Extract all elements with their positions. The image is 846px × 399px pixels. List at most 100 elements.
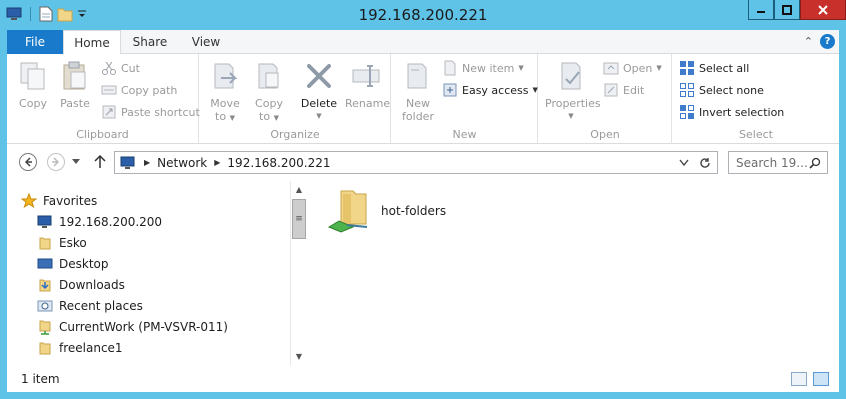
properties-button[interactable]: Properties ▼ — [545, 60, 601, 123]
new-item-button[interactable]: New item ▼ — [442, 58, 524, 78]
group-label-organize: Organize — [270, 128, 320, 141]
rename-label: Rename — [345, 97, 391, 110]
group-clipboard: Copy Paste Cut Copy path Paste shortcut … — [7, 54, 200, 144]
search-placeholder: Search 19... — [736, 155, 808, 170]
breadcrumb-host[interactable]: 192.168.200.221 — [227, 156, 330, 170]
chevron-down-icon — [72, 159, 80, 164]
refresh-icon[interactable] — [699, 157, 711, 169]
select-all-button[interactable]: Select all — [679, 58, 749, 78]
tab-home[interactable]: Home — [63, 30, 121, 55]
large-icons-view-icon[interactable] — [813, 372, 829, 386]
status-bar: 1 item — [7, 366, 839, 392]
list-item[interactable]: hot-folders — [327, 187, 446, 235]
back-button[interactable] — [17, 151, 39, 173]
minimize-button[interactable] — [748, 0, 774, 20]
delete-button[interactable]: Delete ▼ — [299, 60, 339, 123]
scroll-thumb[interactable]: ≡ — [292, 199, 306, 239]
edit-label: Edit — [623, 83, 645, 97]
select-none-label: Select none — [699, 83, 764, 97]
properties-label: Properties — [545, 97, 601, 110]
select-none-button[interactable]: Select none — [679, 80, 764, 100]
scroll-down-icon[interactable]: ▼ — [291, 348, 307, 365]
window-title: 192.168.200.221 — [358, 6, 488, 24]
nav-item-192-168-200-200[interactable]: 192.168.200.200 — [37, 211, 162, 232]
forward-arrow-icon — [47, 153, 65, 171]
scroll-up-icon[interactable]: ▲ — [291, 181, 307, 198]
tab-view[interactable]: View — [181, 30, 231, 54]
collapse-ribbon-icon[interactable]: ⌃ — [804, 35, 813, 48]
explorer-window: File Home Share View ⌃ ? Copy Paste Cut … — [7, 30, 839, 392]
delete-dropdown-icon[interactable]: ▼ — [299, 110, 339, 123]
nav-item-label: Esko — [59, 235, 87, 250]
move-to-button[interactable]: Move to ▼ — [205, 60, 245, 125]
new-folder-button[interactable]: New folder — [398, 60, 438, 123]
maximize-icon — [782, 4, 792, 15]
navpane-scrollbar[interactable]: ▲ ≡ ▼ — [290, 181, 307, 365]
paste-button[interactable]: Paste — [55, 60, 95, 110]
copy-button[interactable]: Copy — [13, 60, 53, 110]
rename-button[interactable]: Rename — [345, 60, 391, 110]
nav-item-label: CurrentWork (PM-VSVR-011) — [59, 319, 228, 334]
maximize-button[interactable] — [774, 0, 800, 20]
group-select: Select all Select none Invert selection … — [673, 54, 839, 144]
breadcrumb-separator-icon[interactable]: ▶ — [214, 158, 220, 167]
group-open: Properties ▼ Open ▼ Edit Open — [539, 54, 672, 144]
copy-path-button[interactable]: Copy path — [101, 80, 177, 100]
recent-locations-button[interactable] — [69, 151, 83, 173]
easy-access-label: Easy access — [462, 83, 529, 97]
up-button[interactable] — [89, 151, 111, 173]
details-view-icon[interactable] — [791, 372, 807, 386]
paste-shortcut-label: Paste shortcut — [121, 105, 200, 119]
close-button[interactable] — [800, 0, 846, 20]
network-computer-icon — [37, 215, 52, 228]
close-icon — [818, 4, 828, 15]
open-icon — [603, 62, 619, 75]
folder-icon — [39, 237, 51, 249]
group-label-select: Select — [739, 128, 773, 141]
paste-label: Paste — [60, 97, 90, 110]
nav-item-esko[interactable]: Esko — [37, 232, 87, 253]
easy-access-button[interactable]: Easy access ▼ — [442, 80, 538, 100]
easy-access-icon — [443, 83, 457, 97]
new-folder-icon — [407, 63, 427, 89]
rename-icon — [352, 65, 380, 87]
network-folder-icon — [39, 320, 51, 335]
nav-item-label: Downloads — [59, 277, 125, 292]
open-label: Open — [623, 61, 653, 75]
invert-selection-button[interactable]: Invert selection — [679, 102, 784, 122]
new-item-label: New item — [462, 61, 515, 75]
star-icon — [21, 192, 37, 208]
new-item-icon — [444, 60, 456, 76]
breadcrumb-network[interactable]: Network — [157, 156, 207, 170]
address-bar[interactable]: ▶ Network ▶ 192.168.200.221 — [114, 151, 718, 174]
breadcrumb-separator-icon[interactable]: ▶ — [144, 158, 150, 167]
nav-item-freelance1[interactable]: freelance1 — [37, 337, 123, 358]
tab-share[interactable]: Share — [125, 30, 175, 54]
nav-item-label: Recent places — [59, 298, 143, 313]
group-label-clipboard: Clipboard — [76, 128, 129, 141]
open-button[interactable]: Open ▼ — [603, 58, 662, 78]
nav-item-recent-places[interactable]: Recent places — [37, 295, 143, 316]
nav-item-desktop[interactable]: Desktop — [37, 253, 109, 274]
nav-item-downloads[interactable]: Downloads — [37, 274, 125, 295]
nav-item-label: 192.168.200.200 — [59, 214, 163, 229]
nav-item-label: Desktop — [59, 256, 109, 271]
favorites-header[interactable]: Favorites — [21, 190, 97, 211]
address-dropdown-icon[interactable] — [679, 159, 689, 167]
tab-file[interactable]: File — [7, 30, 63, 54]
forward-button[interactable] — [45, 151, 67, 173]
search-input[interactable]: Search 19... — [728, 151, 828, 174]
nav-item-currentwork[interactable]: CurrentWork (PM-VSVR-011) — [37, 316, 228, 337]
paste-icon — [63, 61, 86, 90]
file-list: hot-folders — [307, 181, 839, 365]
copy-icon — [20, 62, 45, 90]
cut-button[interactable]: Cut — [101, 58, 140, 78]
paste-shortcut-button[interactable]: Paste shortcut — [101, 102, 200, 122]
properties-dropdown-icon[interactable]: ▼ — [545, 110, 597, 123]
copy-label: Copy — [19, 97, 47, 110]
edit-button[interactable]: Edit — [603, 80, 644, 100]
copy-to-button[interactable]: Copy to ▼ — [249, 60, 289, 125]
desktop-icon — [37, 258, 53, 268]
copy-path-label: Copy path — [121, 83, 178, 97]
help-icon[interactable]: ? — [820, 34, 835, 49]
